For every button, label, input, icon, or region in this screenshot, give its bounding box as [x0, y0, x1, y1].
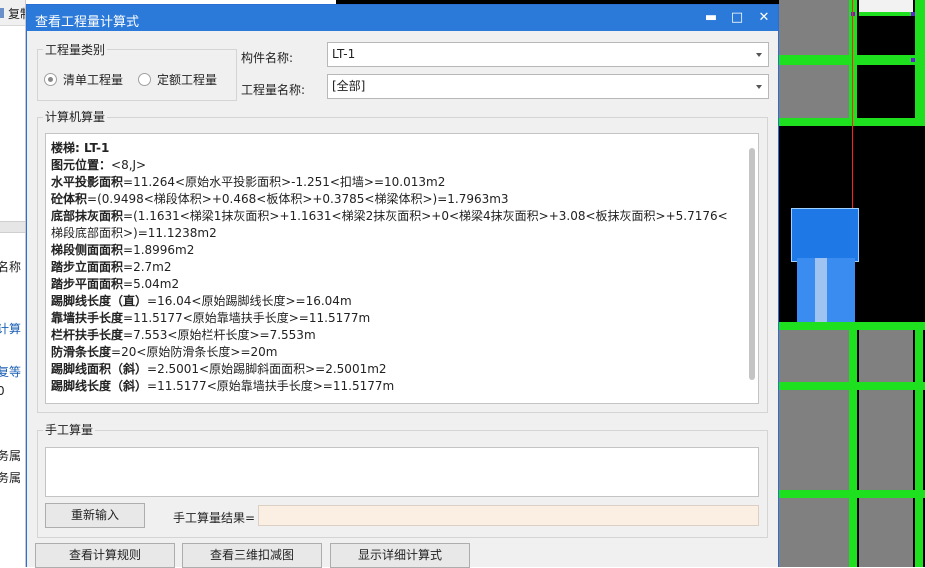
component-name-label: 构件名称:	[241, 51, 294, 65]
calc-line: 栏杆扶手长度=7.553<原始栏杆长度>=7.553m	[51, 328, 316, 342]
calc-line: 踏步平面面积=5.04m2	[51, 277, 180, 291]
copy-icon	[0, 8, 4, 18]
maximize-button[interactable]: □	[726, 8, 748, 28]
calc-line: 砼体积=(0.9498<梯段体积>+0.468<板体积>+0.3785<梯梁体积…	[51, 192, 509, 206]
close-button[interactable]: ✕	[753, 8, 775, 28]
view-3d-deduction-button[interactable]: 查看三维扣减图	[182, 543, 322, 568]
background-app-panel: 复制 名称 计算 复等 0 务属 务属	[0, 0, 26, 567]
chevron-down-icon	[756, 53, 762, 57]
qty-name-label: 工程量名称:	[241, 83, 306, 97]
manual-calc-legend: 手工算量	[43, 421, 96, 438]
computer-calc-legend: 计算机算量	[43, 108, 108, 125]
calc-line: 靠墙扶手长度=11.5177<原始靠墙扶手长度>=11.5177m	[51, 311, 371, 325]
calc-line: 图元位置：<8,J>	[51, 158, 147, 172]
cad-canvas[interactable]	[779, 0, 925, 567]
view-calc-rules-button[interactable]: 查看计算规则	[35, 543, 175, 568]
calc-line: 踢脚线面积（斜）=2.5001<原始踢脚斜面面积>=2.5001m2	[51, 362, 387, 376]
radio-unselected-icon	[138, 73, 151, 86]
background-link[interactable]: 计算	[0, 320, 21, 337]
background-column-header: 名称	[0, 260, 22, 274]
calc-line: 踏步立面面积=2.7m2	[51, 260, 172, 274]
dialog-titlebar[interactable]: 查看工程量计算式 ▬ □ ✕	[27, 5, 778, 31]
reenter-button[interactable]: 重新输入	[45, 503, 145, 528]
calc-line: 踢脚线长度（直）=16.04<原始踢脚线长度>=16.04m	[51, 294, 352, 308]
background-link[interactable]: 复等	[0, 363, 21, 380]
background-cell: 务属	[0, 471, 22, 485]
manual-result-label: 手工算量结果=	[173, 511, 256, 525]
radio-quota-qty-label: 定额工程量	[157, 73, 218, 87]
vertical-scrollbar[interactable]	[749, 148, 755, 380]
computer-calc-text[interactable]: 楼梯: LT-1 图元位置：<8,J> 水平投影面积=11.264<原始水平投影…	[45, 133, 759, 404]
manual-result-field[interactable]	[258, 505, 759, 526]
calc-line: 水平投影面积=11.264<原始水平投影面积>-1.251<扣墙>=10.013…	[51, 175, 446, 189]
calc-line: 楼梯: LT-1	[51, 141, 110, 155]
copy-label[interactable]: 复制	[8, 5, 26, 22]
qty-type-legend: 工程量类别	[43, 41, 108, 58]
radio-bill-qty-label: 清单工程量	[63, 73, 124, 87]
background-cell: 0	[0, 384, 5, 398]
calc-line: 踢脚线长度（斜）=11.5177<原始靠墙扶手长度>=11.5177m	[51, 379, 395, 393]
radio-quota-qty[interactable]: 定额工程量	[138, 71, 217, 88]
minimize-button[interactable]: ▬	[700, 8, 722, 28]
show-detailed-formula-button[interactable]: 显示详细计算式	[330, 543, 470, 568]
background-toolbar: 复制	[0, 0, 26, 26]
qty-formula-dialog: 查看工程量计算式 ▬ □ ✕ 工程量类别 清单工程量 定额工程量 构件名称: L…	[26, 4, 779, 568]
background-divider	[0, 221, 26, 233]
manual-calc-input[interactable]	[45, 447, 759, 497]
calc-line: 底部抹灰面积=(1.1631<梯梁1抹灰面积>+1.1631<梯梁2抹灰面积>+…	[51, 209, 728, 240]
calc-line: 防滑条长度=20<原始防滑条长度>=20m	[51, 345, 278, 359]
chevron-down-icon	[756, 85, 762, 89]
component-name-select[interactable]: LT-1	[327, 42, 769, 67]
qty-name-select[interactable]: [全部]	[327, 74, 769, 99]
component-name-value: LT-1	[332, 47, 356, 61]
calc-line: 梯段侧面面积=1.8996m2	[51, 243, 195, 257]
radio-selected-icon	[44, 73, 57, 86]
dialog-title: 查看工程量计算式	[35, 15, 140, 30]
radio-bill-qty[interactable]: 清单工程量	[44, 71, 123, 88]
qty-name-value: [全部]	[332, 79, 366, 93]
background-cell: 务属	[0, 449, 22, 463]
